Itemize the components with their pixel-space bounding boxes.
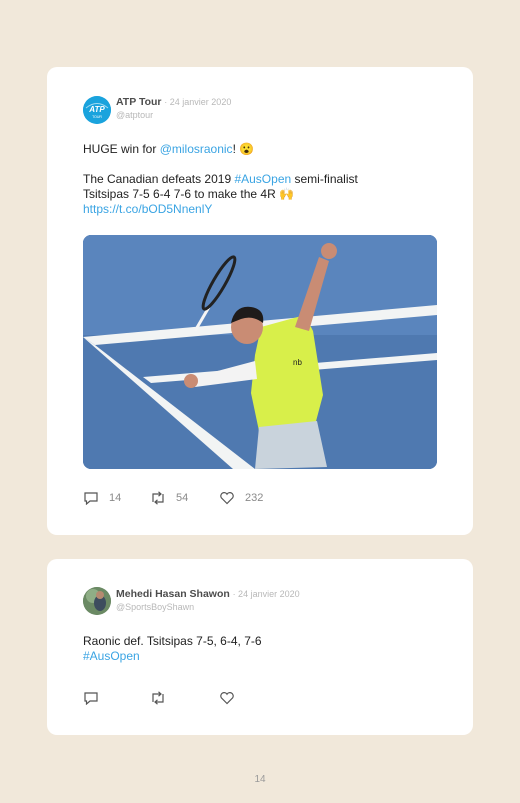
retweet-button[interactable]: 54 [150, 491, 188, 505]
reply-icon [84, 692, 98, 705]
retweet-icon [152, 691, 164, 705]
reply-icon [84, 492, 98, 505]
hashtag-link[interactable]: #AusOpen [83, 649, 423, 664]
tweet-date[interactable]: · 24 janvier 2020 [164, 97, 231, 107]
page-number: 14 [254, 774, 266, 785]
like-button[interactable]: 232 [219, 491, 263, 505]
author-handle[interactable]: @atptour [116, 110, 231, 120]
tweet-header: Mehedi Hasan Shawon · 24 janvier 2020 @S… [116, 588, 300, 612]
author-name[interactable]: Mehedi Hasan Shawon [116, 588, 230, 600]
reply-button[interactable]: 14 [83, 491, 121, 505]
reply-count: 14 [109, 492, 122, 504]
retweet-button[interactable] [150, 691, 166, 705]
url-link[interactable]: https://t.co/bOD5NnenlY [83, 202, 423, 217]
svg-text:TOUR: TOUR [92, 115, 102, 119]
tweet-text: Raonic def. Tsitsipas 7-5, 6-4, 7-6 #Aus… [83, 634, 423, 664]
like-icon [220, 492, 234, 505]
like-icon [220, 692, 234, 705]
tweet-header: ATP Tour · 24 janvier 2020 @atptour [116, 96, 231, 120]
tweet-line-3: Tsitsipas 7-5 6-4 7-6 to make the 4R 🙌 [83, 187, 295, 201]
tweet-actions [83, 691, 437, 707]
avatar-photo-image [83, 587, 111, 615]
retweet-icon [152, 491, 164, 505]
author-handle[interactable]: @SportsBoyShawn [116, 602, 300, 612]
tennis-photo-image: nb [83, 235, 437, 469]
atp-logo-icon: ATP TOUR [83, 96, 111, 124]
svg-text:ATP: ATP [88, 105, 105, 114]
tweet-card: ATP TOUR ATP Tour · 24 janvier 2020 @atp… [47, 67, 473, 535]
hashtag-link[interactable]: #AusOpen [234, 172, 291, 186]
svg-text:nb: nb [293, 358, 302, 367]
tweet-card: Mehedi Hasan Shawon · 24 janvier 2020 @S… [47, 559, 473, 735]
retweet-count: 54 [176, 492, 189, 504]
author-name[interactable]: ATP Tour [116, 96, 162, 108]
tweet-text: HUGE win for @milosraonic! 😮 The Canadia… [83, 142, 423, 217]
tweet-date[interactable]: · 24 janvier 2020 [233, 589, 300, 599]
user-avatar[interactable] [83, 587, 111, 615]
like-button[interactable] [219, 691, 235, 705]
tweet-line-1: Raonic def. Tsitsipas 7-5, 6-4, 7-6 [83, 634, 262, 648]
reply-button[interactable] [83, 691, 99, 705]
tweet-photo[interactable]: nb [83, 235, 437, 469]
mention-link[interactable]: @milosraonic [160, 142, 233, 156]
tweet-line-1: HUGE win for @milosraonic! 😮 [83, 142, 255, 156]
atp-avatar[interactable]: ATP TOUR [83, 96, 111, 124]
tweet-actions: 14 54 232 [83, 491, 437, 507]
like-count: 232 [245, 492, 264, 504]
tweet-line-2: The Canadian defeats 2019 #AusOpen semi-… [83, 172, 358, 186]
